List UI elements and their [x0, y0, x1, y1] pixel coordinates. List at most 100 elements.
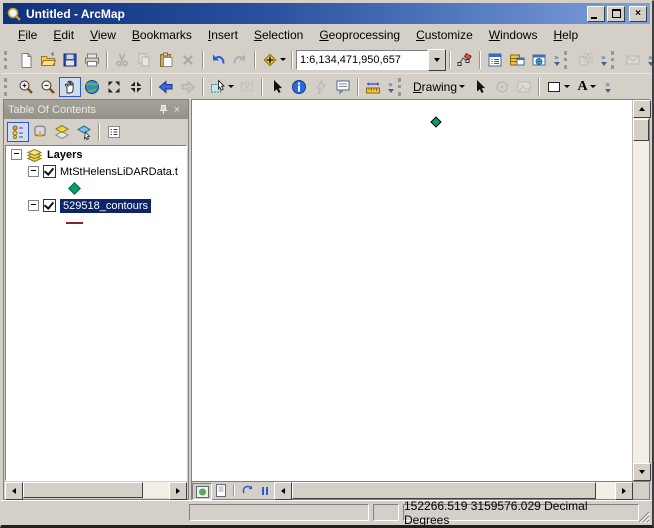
- viewer-window-button[interactable]: [575, 50, 597, 70]
- toolbar-grip[interactable]: [4, 51, 12, 69]
- menu-windows[interactable]: Windows: [482, 26, 545, 44]
- forward-extent-button[interactable]: [177, 77, 199, 97]
- list-by-selection-button[interactable]: [73, 122, 95, 142]
- point-symbol[interactable]: [68, 182, 81, 195]
- layer-name-label-selected[interactable]: 529518_contours: [60, 199, 151, 213]
- toolbar-overflow-button[interactable]: »: [644, 50, 654, 70]
- print-button[interactable]: [81, 50, 103, 70]
- toolbar-grip[interactable]: [611, 51, 619, 69]
- toolbar-overflow-button[interactable]: »: [550, 50, 563, 70]
- menu-view[interactable]: View: [83, 26, 123, 44]
- map-vertical-scrollbar[interactable]: [632, 100, 649, 481]
- drawing-select-elements-button[interactable]: [469, 77, 491, 97]
- close-icon[interactable]: ×: [170, 103, 184, 117]
- menu-selection[interactable]: Selection: [247, 26, 310, 44]
- scroll-right-button[interactable]: [169, 482, 187, 500]
- scroll-left-button[interactable]: [5, 482, 23, 500]
- menu-bookmarks[interactable]: Bookmarks: [125, 26, 199, 44]
- search-window-button[interactable]: [528, 50, 550, 70]
- new-document-button[interactable]: [15, 50, 37, 70]
- pause-drawing-button[interactable]: [256, 483, 274, 498]
- scroll-up-button[interactable]: [633, 100, 651, 118]
- list-by-drawing-order-button[interactable]: [7, 122, 29, 142]
- identify-button[interactable]: [288, 77, 310, 97]
- pin-icon[interactable]: [156, 103, 170, 117]
- toc-header[interactable]: Table Of Contents ×: [4, 100, 188, 119]
- map-scale-dropdown-button[interactable]: [428, 49, 446, 71]
- map-point-feature[interactable]: [430, 116, 441, 127]
- toolbar-overflow-button[interactable]: »: [601, 77, 614, 97]
- tree-row-layer[interactable]: MtStHelensLiDARData.t: [6, 163, 186, 180]
- fixed-zoom-in-button[interactable]: [103, 77, 125, 97]
- menu-insert[interactable]: Insert: [201, 26, 245, 44]
- fixed-zoom-out-button[interactable]: [125, 77, 147, 97]
- catalog-window-button[interactable]: [506, 50, 528, 70]
- menu-customize[interactable]: Customize: [409, 26, 480, 44]
- select-features-button[interactable]: [207, 77, 236, 97]
- zoom-out-button[interactable]: [37, 77, 59, 97]
- collapse-icon[interactable]: [11, 149, 22, 160]
- toolbar-overflow-button[interactable]: »: [597, 50, 610, 70]
- close-button[interactable]: ×: [629, 6, 647, 22]
- toolbar-grip[interactable]: [564, 51, 572, 69]
- line-symbol[interactable]: [66, 222, 83, 224]
- list-by-visibility-button[interactable]: [51, 122, 73, 142]
- layer-visibility-checkbox[interactable]: [43, 165, 56, 178]
- measure-button[interactable]: [362, 77, 384, 97]
- scrollbar-track[interactable]: [143, 482, 169, 498]
- scrollbar-track[interactable]: [633, 142, 649, 463]
- undo-button[interactable]: [207, 50, 229, 70]
- full-extent-button[interactable]: [81, 77, 103, 97]
- collapse-icon[interactable]: [28, 166, 39, 177]
- layer-visibility-checkbox[interactable]: [43, 199, 56, 212]
- menu-geoprocessing[interactable]: Geoprocessing: [312, 26, 407, 44]
- editor-toolbar-button[interactable]: [454, 50, 476, 70]
- html-popup-button[interactable]: [332, 77, 354, 97]
- scrollbar-track[interactable]: [596, 482, 615, 499]
- menu-file[interactable]: File: [11, 26, 44, 44]
- select-elements-button[interactable]: [266, 77, 288, 97]
- tree-row-layer[interactable]: 529518_contours: [6, 197, 186, 214]
- refresh-view-button[interactable]: [238, 483, 256, 498]
- zoom-in-button[interactable]: [15, 77, 37, 97]
- layer-name-label[interactable]: MtStHelensLiDARData.t: [60, 166, 178, 178]
- scrollbar-thumb[interactable]: [292, 482, 596, 499]
- hyperlink-button[interactable]: [310, 77, 332, 97]
- minimize-button[interactable]: [587, 6, 605, 22]
- table-of-contents-window-button[interactable]: [484, 50, 506, 70]
- scrollbar-thumb[interactable]: [633, 119, 649, 141]
- map-canvas[interactable]: [192, 100, 632, 481]
- toolbar-grip[interactable]: [4, 78, 12, 96]
- tree-row-symbol[interactable]: [6, 214, 186, 231]
- shape-rectangle-button[interactable]: [543, 77, 572, 97]
- collapse-icon[interactable]: [28, 200, 39, 211]
- map-horizontal-scrollbar[interactable]: [274, 482, 633, 499]
- add-graphics-button[interactable]: [513, 77, 535, 97]
- layers-group-label[interactable]: Layers: [47, 149, 82, 161]
- pan-button[interactable]: [59, 77, 81, 97]
- layout-view-button[interactable]: [212, 483, 230, 498]
- scroll-left-button[interactable]: [274, 482, 292, 500]
- save-button[interactable]: [59, 50, 81, 70]
- back-extent-button[interactable]: [155, 77, 177, 97]
- add-data-button[interactable]: [259, 50, 288, 70]
- scroll-right-button[interactable]: [615, 482, 633, 500]
- scroll-down-button[interactable]: [633, 463, 651, 481]
- menu-edit[interactable]: Edit: [46, 26, 81, 44]
- text-tool-button[interactable]: A: [572, 77, 601, 97]
- drawing-menu-button[interactable]: Drawing: [409, 78, 469, 96]
- toolbar-grip[interactable]: [398, 78, 406, 96]
- toc-options-button[interactable]: [103, 122, 125, 142]
- scrollbar-thumb[interactable]: [23, 482, 143, 498]
- data-view-button[interactable]: [192, 483, 212, 500]
- maximize-button[interactable]: [607, 6, 625, 22]
- list-by-source-button[interactable]: [29, 122, 51, 142]
- clear-selected-features-button[interactable]: [236, 77, 258, 97]
- cut-button[interactable]: [111, 50, 133, 70]
- toc-horizontal-scrollbar[interactable]: [5, 482, 187, 498]
- mail-link-button[interactable]: [622, 50, 644, 70]
- menu-help[interactable]: Help: [546, 26, 585, 44]
- rotate-element-button[interactable]: [491, 77, 513, 97]
- copy-button[interactable]: [133, 50, 155, 70]
- resize-grip[interactable]: [637, 510, 650, 523]
